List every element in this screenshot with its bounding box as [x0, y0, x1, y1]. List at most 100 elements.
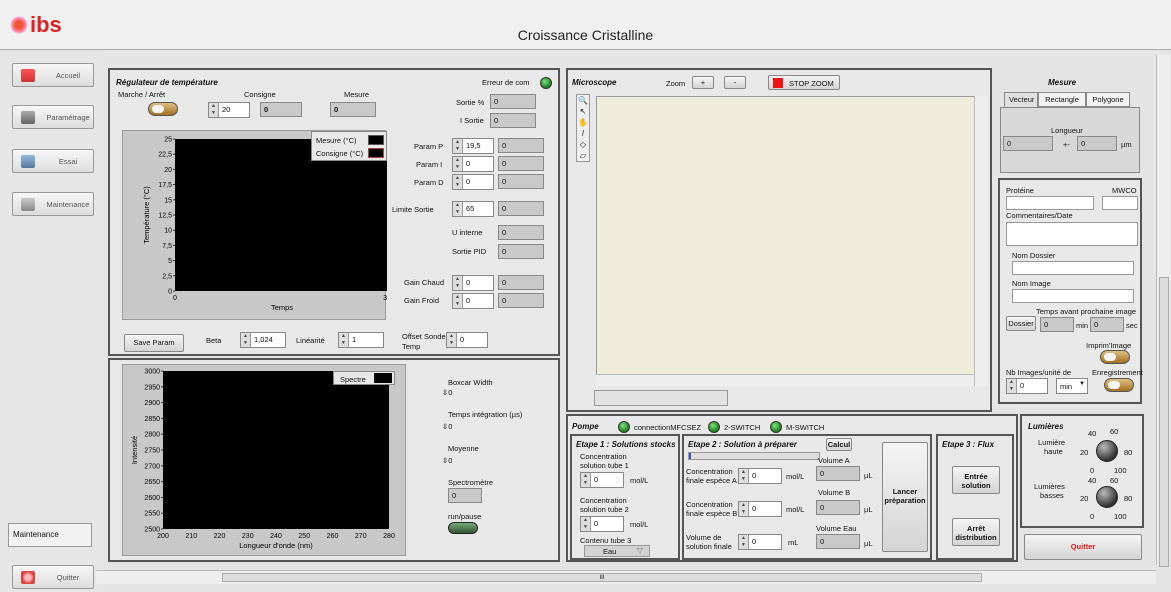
lumiere-haute-knob[interactable] — [1096, 440, 1118, 462]
y-tick-label: 2600 — [144, 495, 160, 502]
y-tick-label: 10 — [164, 228, 172, 235]
run-pause-toggle[interactable] — [448, 522, 478, 534]
marche-arret-toggle[interactable] — [148, 102, 178, 116]
x-tick-label: 210 — [185, 533, 197, 540]
tube3-select[interactable]: Eau ▽ — [584, 545, 650, 557]
offset-input[interactable]: ▲ ▼ 0 — [446, 332, 488, 348]
quitter-button[interactable]: Quitter — [1024, 534, 1142, 560]
nom-dossier-label: Nom Dossier — [1012, 251, 1056, 260]
etape3-box: Etape 3 : Flux Entrée solution Arrêt dis… — [936, 434, 1014, 560]
nav-essai-button[interactable]: Essai — [12, 149, 94, 173]
sidebar: Accueil Paramétrage Essai Maintenance Ma… — [0, 55, 104, 592]
temperature-panel: Régulateur de température Marche / Arrêt… — [108, 68, 560, 356]
pompe-title: Pompe — [572, 422, 599, 431]
enregistrement-toggle[interactable] — [1104, 378, 1134, 392]
switch2-label: 2-SWITCH — [724, 423, 761, 432]
nav-parametrage-button[interactable]: Paramétrage — [12, 105, 94, 129]
mwco-field[interactable] — [1102, 196, 1138, 210]
save-param-button[interactable]: Save Param — [124, 334, 184, 352]
lumiere-basse-knob[interactable] — [1096, 486, 1118, 508]
temps-integration-input[interactable]: ⇳0 — [442, 422, 472, 434]
temps-integration-label: Temps intégration (µs) — [448, 410, 523, 419]
limite-sortie-indicator: 0 — [498, 201, 544, 216]
x-tick-label: 388 — [383, 295, 387, 302]
pointer-tool-icon[interactable]: ↖ — [577, 106, 589, 117]
sortie-pct-label: Sortie % — [456, 98, 485, 107]
calcul-button[interactable]: Calcul — [826, 438, 852, 451]
proteine-label: Protéine — [1006, 186, 1034, 195]
param-i-input[interactable]: ▲ ▼ 0 — [452, 156, 494, 172]
hscroll-thumb[interactable]: III — [222, 573, 982, 582]
commentaires-field[interactable] — [1006, 222, 1138, 246]
zoom-plus-button[interactable]: + — [692, 76, 714, 89]
nav-maintenance-button[interactable]: Maintenance — [12, 192, 94, 216]
tab-polygone[interactable]: Polygone — [1086, 92, 1130, 107]
x-tick-label: 250 — [298, 533, 310, 540]
image-viewport[interactable] — [596, 96, 988, 386]
polygon-tool-icon[interactable]: ▱ — [577, 150, 589, 161]
main-hscrollbar[interactable]: III — [96, 570, 1156, 584]
consigne-indicator: 0 — [260, 102, 302, 117]
linearite-label: Linéarité — [296, 336, 325, 345]
mesure-panel: Mesure Vecteur Rectangle Polygone Longue… — [996, 68, 1144, 176]
x-tick-label: 0 — [173, 295, 177, 302]
boxcar-input[interactable]: ⇳0 — [442, 388, 472, 400]
viewport-vscrollbar[interactable] — [974, 96, 988, 386]
rect-tool-icon[interactable]: ◇ — [577, 139, 589, 150]
y-tick-label: 7,5 — [162, 243, 172, 250]
volume-solution-input[interactable]: ▲ ▼ 0 — [738, 534, 782, 550]
sortie-pct-indicator: 0 — [490, 94, 536, 109]
conc-tube2-input[interactable]: ▲ ▼ 0 — [580, 516, 624, 532]
min-label: min — [1076, 321, 1089, 330]
limite-sortie-input[interactable]: ▲ ▼ 65 — [452, 201, 494, 217]
arret-distribution-button[interactable]: Arrêt distribution — [952, 518, 1000, 546]
entree-solution-button[interactable]: Entrée solution — [952, 466, 1000, 494]
param-p-input[interactable]: ▲ ▼ 19,5 — [452, 138, 494, 154]
pan-tool-icon[interactable]: ✋ — [577, 117, 589, 128]
spinner-icon[interactable]: ▲ ▼ — [209, 103, 219, 117]
x-axis-label: Temps — [271, 303, 293, 312]
main-vscrollbar[interactable] — [1156, 55, 1170, 567]
boxcar-label: Boxcar Width — [448, 378, 493, 387]
nav-quitter-button[interactable]: Quitter — [12, 565, 94, 589]
imprim-image-toggle[interactable] — [1100, 350, 1130, 364]
gain-chaud-input[interactable]: ▲ ▼ 0 — [452, 275, 494, 291]
linearite-input[interactable]: ▲ ▼ 1 — [338, 332, 384, 348]
gain-froid-input[interactable]: ▲ ▼ 0 — [452, 293, 494, 309]
param-d-input[interactable]: ▲ ▼ 0 — [452, 174, 494, 190]
y-tick-label: 0 — [168, 289, 172, 296]
vscroll-thumb[interactable] — [1159, 277, 1169, 567]
moyenne-input[interactable]: ⇳0 — [442, 456, 472, 468]
zoom-minus-button[interactable]: - — [724, 76, 746, 89]
unit-select[interactable]: min ▼ — [1056, 378, 1088, 394]
nom-image-label: Nom Image — [1012, 279, 1051, 288]
nom-dossier-field[interactable] — [1012, 261, 1134, 275]
zoom-tool-icon[interactable]: 🔍 — [577, 95, 589, 106]
x-tick-label: 200 — [157, 533, 169, 540]
tab-vecteur[interactable]: Vecteur — [1004, 92, 1038, 107]
proteine-field[interactable] — [1006, 196, 1094, 210]
mwco-label: MWCO — [1112, 186, 1137, 195]
nom-image-field[interactable] — [1012, 289, 1134, 303]
viewport-hscrollbar[interactable] — [596, 374, 974, 386]
etape2-title: Etape 2 : Solution à préparer — [688, 440, 797, 449]
u-interne-indicator: 0 — [498, 225, 544, 240]
conc-tube1-input[interactable]: ▲ ▼ 0 — [580, 472, 624, 488]
progress-fill — [689, 453, 691, 459]
conc-finale-a-input[interactable]: ▲ ▼ 0 — [738, 468, 782, 484]
beta-input[interactable]: ▲ ▼ 1,024 — [240, 332, 286, 348]
line-tool-icon[interactable]: / — [577, 128, 589, 139]
micrometre-label: µm — [1121, 140, 1132, 149]
consigne-input[interactable]: ▲ ▼ 20 — [208, 102, 250, 118]
conc-finale-b-input[interactable]: ▲ ▼ 0 — [738, 501, 782, 517]
title-bar: ibs Croissance Cristalline — [0, 0, 1171, 50]
lancer-preparation-button[interactable]: Lancer préparation — [882, 442, 928, 552]
tab-rectangle[interactable]: Rectangle — [1038, 92, 1086, 107]
longueur-label: Longueur — [1051, 126, 1083, 135]
nb-images-input[interactable]: ▲ ▼ 0 — [1006, 378, 1048, 394]
stop-zoom-button[interactable]: STOP ZOOM — [768, 75, 840, 90]
nav-accueil-button[interactable]: Accueil — [12, 63, 94, 87]
dossier-button[interactable]: Dossier — [1006, 316, 1036, 331]
wrench-icon — [21, 198, 35, 211]
volume-eau-indicator: 0 — [816, 534, 860, 549]
